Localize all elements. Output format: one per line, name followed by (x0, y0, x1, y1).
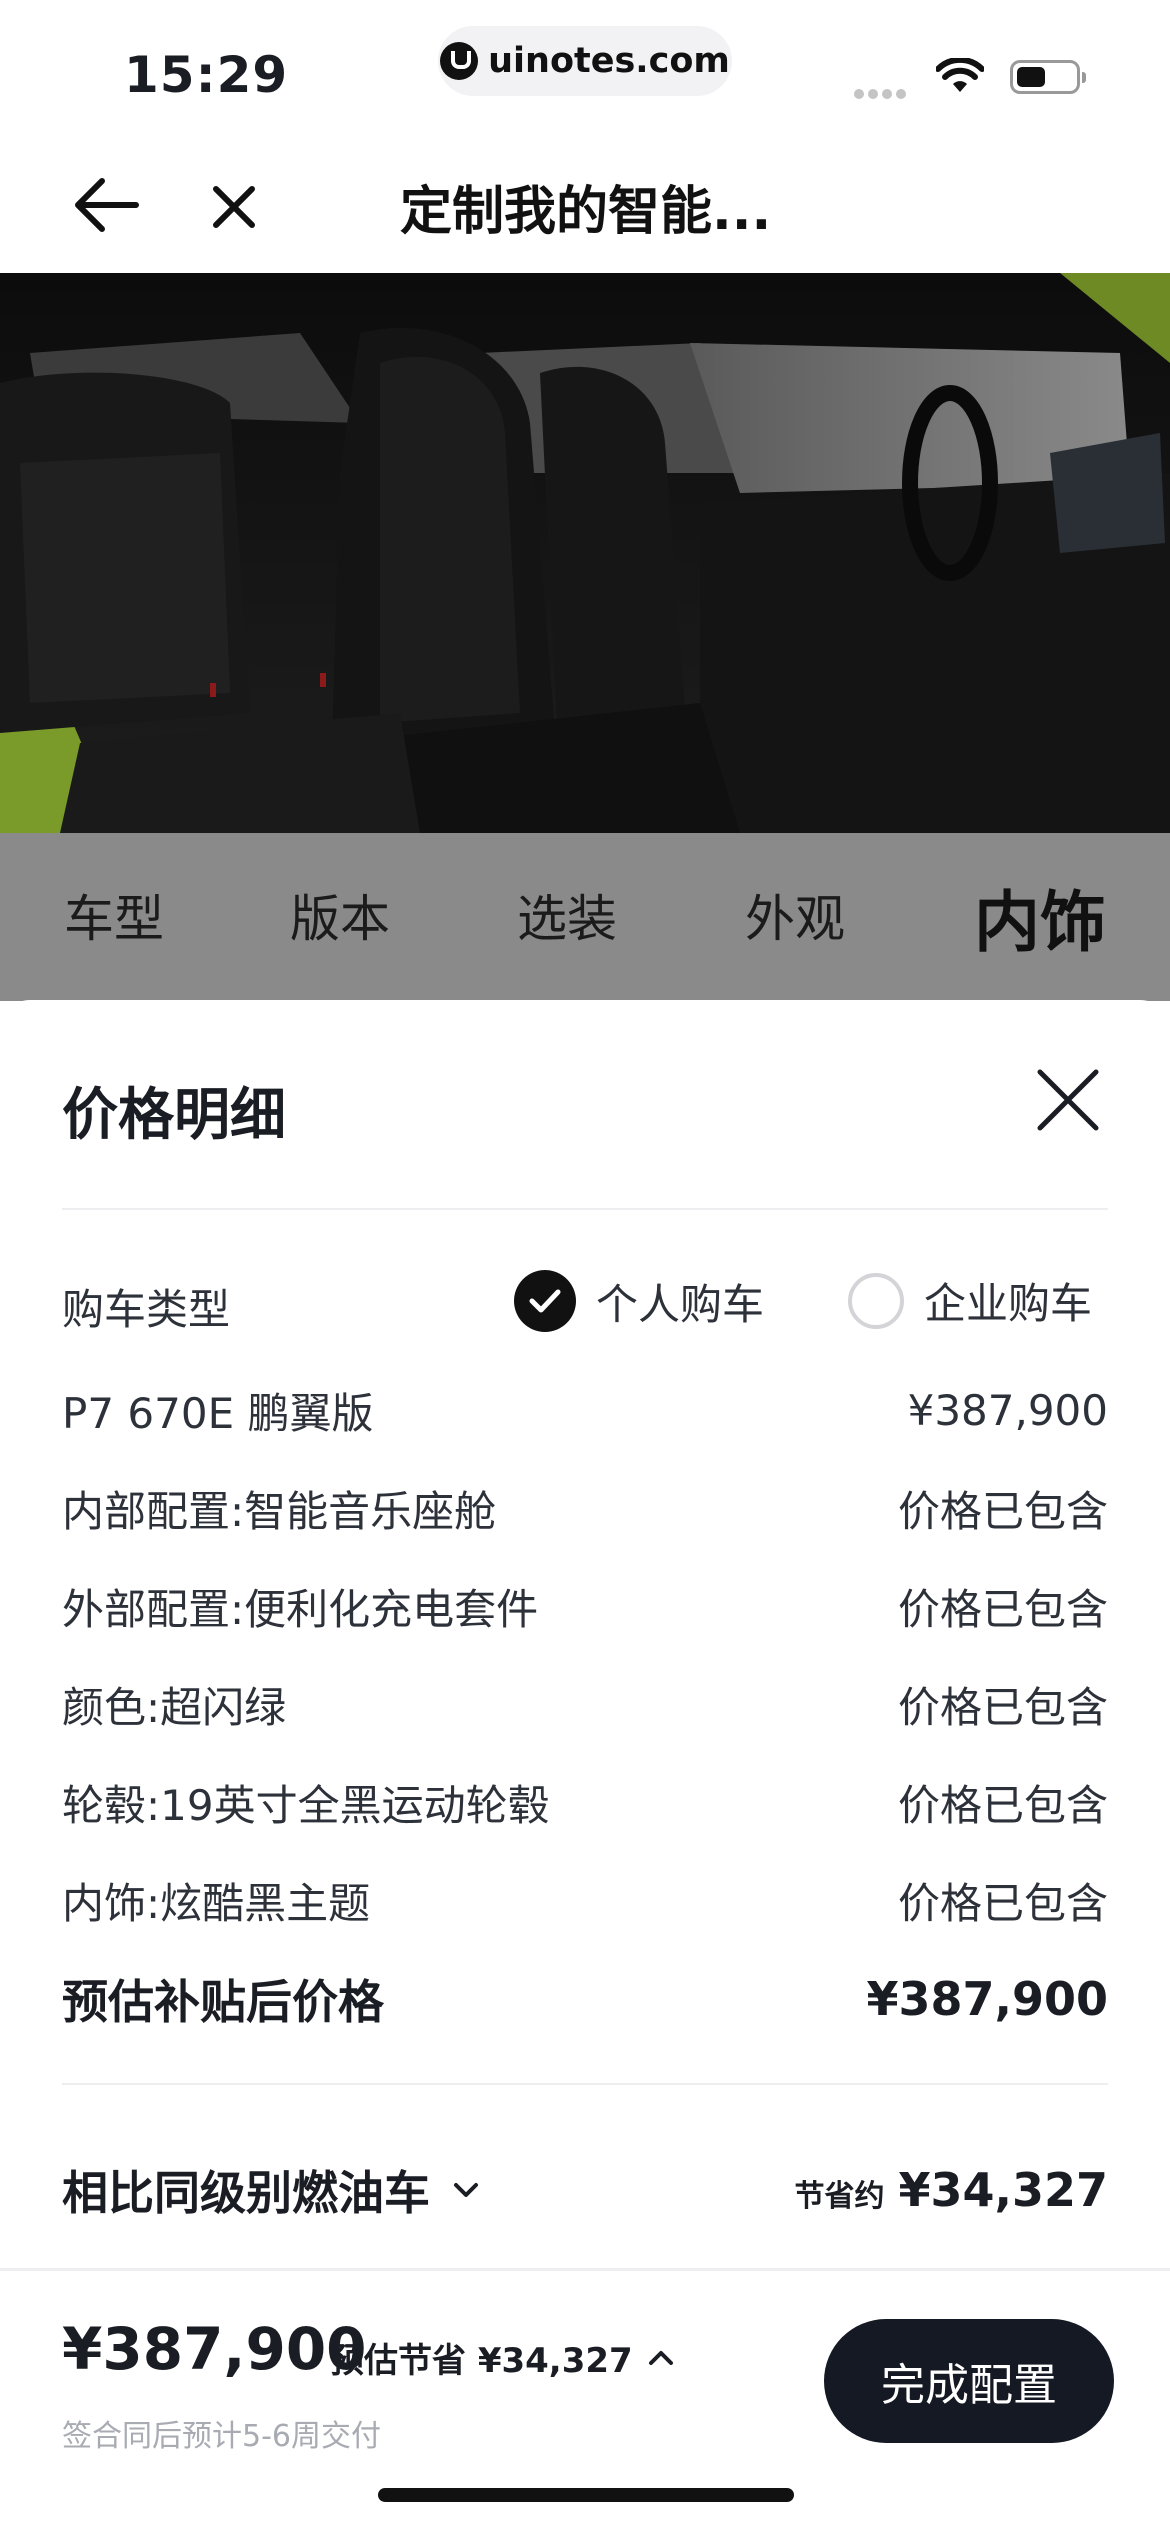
tab-model[interactable]: 车型 (64, 879, 164, 951)
divider (62, 1208, 1108, 1210)
estimate-text: 预估节省 ¥34,327 (330, 2341, 633, 2381)
compare-row: 相比同级别燃油车 节省约 ¥34,327 (62, 2155, 1108, 2225)
saving-amount: 节省约 ¥34,327 (794, 2163, 1108, 2217)
item-name: 轮毂:19英寸全黑运动轮毂 (62, 1781, 550, 1830)
item-name: 外部配置:便利化充电套件 (62, 1585, 539, 1634)
line-item: 轮毂:19英寸全黑运动轮毂 价格已包含 (62, 1772, 1108, 1833)
radio-enterprise-label: 企业购车 (924, 1279, 1093, 1328)
status-time: 15:29 (124, 46, 289, 104)
sheet-title: 价格明细 (62, 1083, 286, 1148)
radio-enterprise[interactable]: 企业购车 (848, 1270, 1092, 1331)
tab-exterior[interactable]: 外观 (745, 879, 845, 951)
tab-options[interactable]: 选装 (517, 879, 617, 951)
check-circle-icon (514, 1270, 576, 1332)
radio-personal[interactable]: 个人购车 (514, 1270, 764, 1332)
cellular-signal-icon (854, 84, 910, 103)
footer-price: ¥387,900 (62, 2315, 367, 2383)
url-text: uinotes.com (488, 41, 730, 81)
home-indicator (378, 2488, 794, 2502)
battery-icon (1010, 60, 1086, 94)
nav-bar: 定制我的智能... (0, 135, 1170, 273)
purchase-type-label: 购车类型 (62, 1285, 231, 1334)
divider (62, 2083, 1108, 2085)
config-tabs: 车型 版本 选装 外观 内饰 (0, 833, 1170, 1001)
saving-value: ¥34,327 (898, 2163, 1108, 2217)
close-icon (213, 186, 255, 228)
close-button[interactable] (206, 179, 262, 235)
item-value: 价格已包含 (897, 1487, 1108, 1536)
total-value: ¥387,900 (866, 1972, 1108, 2026)
radio-personal-label: 个人购车 (596, 1279, 765, 1329)
tab-interior[interactable]: 内饰 (974, 869, 1106, 965)
site-logo-icon (440, 42, 479, 80)
back-button[interactable] (72, 175, 142, 235)
status-bar: 15:29 uinotes.com (0, 0, 1170, 135)
line-item: 内饰:炫酷黑主题 价格已包含 (62, 1870, 1108, 1931)
delivery-note: 签合同后预计5-6周交付 (62, 2419, 381, 2454)
item-value: 价格已包含 (897, 1683, 1108, 1732)
finish-config-button[interactable]: 完成配置 (824, 2319, 1114, 2443)
item-value: 价格已包含 (897, 1781, 1108, 1830)
line-item: 外部配置:便利化充电套件 价格已包含 (62, 1576, 1108, 1637)
empty-circle-icon (848, 1272, 904, 1329)
chevron-down-icon (454, 2183, 478, 2197)
arrow-left-icon (75, 178, 139, 232)
line-item: 内部配置:智能音乐座舱 价格已包含 (62, 1478, 1108, 1539)
close-icon (1037, 1069, 1099, 1131)
sheet-close-button[interactable] (1036, 1068, 1100, 1132)
chevron-up-icon (648, 2350, 673, 2365)
car-interior-image (0, 273, 1170, 833)
tab-version[interactable]: 版本 (290, 879, 390, 951)
item-name: 内部配置:智能音乐座舱 (62, 1487, 497, 1536)
item-value: ¥387,900 (907, 1386, 1108, 1435)
compare-toggle[interactable]: 相比同级别燃油车 (62, 2157, 486, 2223)
purchase-type-row: 购车类型 个人购车 企业购车 (62, 1270, 1108, 1340)
saving-label: 节省约 (794, 2179, 885, 2214)
line-item: P7 670E 鹏翼版 ¥387,900 (62, 1380, 1108, 1441)
total-label: 预估补贴后价格 (62, 1975, 384, 2029)
estimate-toggle[interactable]: 预估节省 ¥34,327 (330, 2333, 679, 2382)
item-value: 价格已包含 (897, 1879, 1108, 1928)
item-name: 颜色:超闪绿 (62, 1683, 287, 1732)
item-name: P7 670E 鹏翼版 (62, 1389, 374, 1438)
url-pill[interactable]: uinotes.com (438, 26, 732, 96)
wifi-icon (935, 56, 985, 98)
total-row: 预估补贴后价格 ¥387,900 (62, 1966, 1108, 2032)
page-title: 定制我的智能... (400, 182, 772, 242)
compare-label: 相比同级别燃油车 (62, 2166, 430, 2220)
line-item: 颜色:超闪绿 价格已包含 (62, 1674, 1108, 1735)
item-value: 价格已包含 (897, 1585, 1108, 1634)
item-name: 内饰:炫酷黑主题 (62, 1879, 371, 1928)
